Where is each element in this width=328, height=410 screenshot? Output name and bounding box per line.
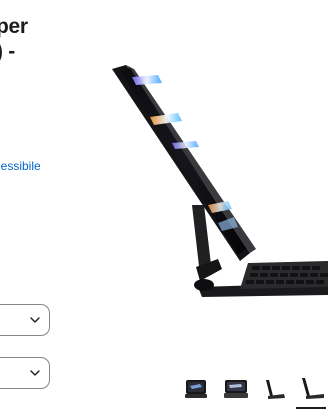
product-page: per ) - lessibile	[0, 0, 328, 410]
thumbnail-image-4[interactable]	[296, 374, 328, 402]
chevron-down-icon	[30, 370, 40, 376]
option-select-2[interactable]	[0, 357, 50, 389]
thumbnail-image-3[interactable]	[258, 374, 290, 402]
gallery-thumbnails	[180, 374, 328, 410]
product-title: per ) -	[0, 14, 28, 64]
product-title-line-1: per	[0, 15, 28, 38]
ipad-magic-keyboard-image	[112, 65, 328, 297]
selected-thumbnail-indicator	[296, 407, 326, 409]
compatibility-link[interactable]: lessibile	[0, 159, 41, 173]
product-title-line-2: ) -	[0, 40, 15, 63]
chevron-down-icon	[30, 317, 40, 323]
thumbnail-image-2[interactable]	[220, 374, 252, 402]
thumbnail-image-1[interactable]	[180, 374, 212, 402]
option-select-1[interactable]	[0, 304, 50, 336]
